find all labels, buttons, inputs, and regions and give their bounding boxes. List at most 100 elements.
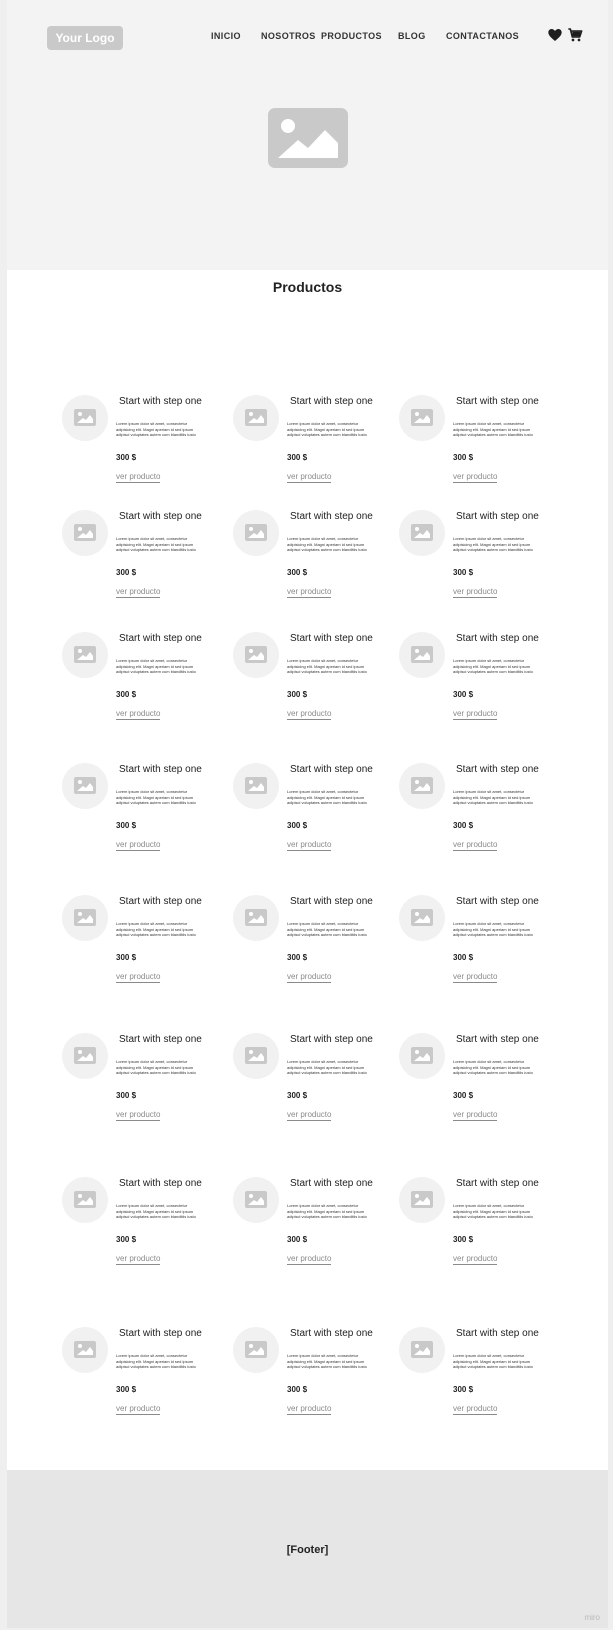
view-product-link[interactable]: ver producto — [116, 972, 161, 983]
product-card: Start with step one Lorem ipsum dolor sit… — [62, 1327, 232, 1437]
product-card: Start with step one Lorem ipsum dolor sit… — [233, 1033, 403, 1143]
product-price: 300 $ — [453, 690, 474, 699]
product-image-icon — [62, 895, 108, 941]
product-card: Start with step one Lorem ipsum dolor sit… — [233, 1327, 403, 1437]
watermark: miro — [584, 1613, 600, 1622]
nav-item-productos[interactable]: PRODUCTOS — [321, 31, 382, 41]
view-product-link[interactable]: ver producto — [287, 840, 332, 851]
product-price: 300 $ — [287, 690, 308, 699]
view-product-link[interactable]: ver producto — [116, 472, 161, 483]
nav-item-contactanos[interactable]: CONTACTANOS — [446, 31, 519, 41]
nav-item-blog[interactable]: BLOG — [398, 31, 426, 41]
product-card: Start with step one Lorem ipsum dolor sit… — [399, 1327, 569, 1437]
product-description: Lorem ipsum dolor sit amet, consectetur … — [287, 1353, 367, 1369]
product-price: 300 $ — [453, 453, 474, 462]
view-product-link[interactable]: ver producto — [116, 840, 161, 851]
product-card: Start with step one Lorem ipsum dolor sit… — [62, 763, 232, 873]
product-description: Lorem ipsum dolor sit amet, consectetur … — [453, 921, 533, 937]
product-image-icon — [62, 1177, 108, 1223]
cart-icon[interactable] — [567, 27, 583, 43]
product-title: Start with step one — [290, 1034, 373, 1045]
nav-item-inicio[interactable]: INICIO — [211, 31, 241, 41]
view-product-link[interactable]: ver producto — [453, 840, 498, 851]
product-price: 300 $ — [116, 568, 137, 577]
product-title: Start with step one — [119, 1178, 202, 1189]
view-product-link[interactable]: ver producto — [287, 587, 332, 598]
product-price: 300 $ — [453, 1235, 474, 1244]
product-price: 300 $ — [453, 953, 474, 962]
product-image-icon — [399, 895, 445, 941]
view-product-link[interactable]: ver producto — [287, 972, 332, 983]
view-product-link[interactable]: ver producto — [116, 709, 161, 720]
product-card: Start with step one Lorem ipsum dolor sit… — [399, 895, 569, 1005]
product-title: Start with step one — [456, 396, 539, 407]
product-title: Start with step one — [456, 1178, 539, 1189]
product-price: 300 $ — [287, 821, 308, 830]
product-card: Start with step one Lorem ipsum dolor sit… — [233, 395, 403, 505]
product-description: Lorem ipsum dolor sit amet, consectetur … — [453, 421, 533, 437]
product-title: Start with step one — [456, 633, 539, 644]
product-title: Start with step one — [290, 1178, 373, 1189]
view-product-link[interactable]: ver producto — [453, 972, 498, 983]
view-product-link[interactable]: ver producto — [287, 1404, 332, 1415]
product-description: Lorem ipsum dolor sit amet, consectetur … — [287, 789, 367, 805]
product-image-icon — [399, 510, 445, 556]
product-price: 300 $ — [287, 453, 308, 462]
product-card: Start with step one Lorem ipsum dolor sit… — [399, 1033, 569, 1143]
heart-icon[interactable] — [547, 27, 563, 43]
view-product-link[interactable]: ver producto — [116, 587, 161, 598]
view-product-link[interactable]: ver producto — [453, 709, 498, 720]
view-product-link[interactable]: ver producto — [453, 472, 498, 483]
logo[interactable]: Your Logo — [47, 26, 123, 50]
product-card: Start with step one Lorem ipsum dolor sit… — [233, 1177, 403, 1287]
product-description: Lorem ipsum dolor sit amet, consectetur … — [116, 1353, 196, 1369]
view-product-link[interactable]: ver producto — [453, 587, 498, 598]
view-product-link[interactable]: ver producto — [116, 1254, 161, 1265]
product-title: Start with step one — [290, 511, 373, 522]
view-product-link[interactable]: ver producto — [453, 1110, 498, 1121]
product-title: Start with step one — [119, 1034, 202, 1045]
products-section: Productos Start with step one Lorem ipsum… — [7, 270, 608, 1470]
product-image-icon — [399, 632, 445, 678]
product-title: Start with step one — [290, 764, 373, 775]
product-card: Start with step one Lorem ipsum dolor sit… — [233, 510, 403, 620]
product-card: Start with step one Lorem ipsum dolor sit… — [62, 510, 232, 620]
product-description: Lorem ipsum dolor sit amet, consectetur … — [116, 1059, 196, 1075]
view-product-link[interactable]: ver producto — [287, 472, 332, 483]
product-price: 300 $ — [116, 1091, 137, 1100]
hero-section: Your Logo INICIO NOSOTROS PRODUCTOS BLOG… — [7, 0, 608, 270]
product-price: 300 $ — [453, 821, 474, 830]
view-product-link[interactable]: ver producto — [453, 1254, 498, 1265]
product-image-icon — [62, 395, 108, 441]
product-image-icon — [233, 1177, 279, 1223]
view-product-link[interactable]: ver producto — [453, 1404, 498, 1415]
product-title: Start with step one — [119, 396, 202, 407]
product-title: Start with step one — [119, 633, 202, 644]
product-price: 300 $ — [287, 1091, 308, 1100]
product-image-icon — [233, 895, 279, 941]
product-image-icon — [233, 763, 279, 809]
product-card: Start with step one Lorem ipsum dolor sit… — [233, 632, 403, 742]
view-product-link[interactable]: ver producto — [287, 709, 332, 720]
product-description: Lorem ipsum dolor sit amet, consectetur … — [453, 658, 533, 674]
product-card: Start with step one Lorem ipsum dolor sit… — [62, 895, 232, 1005]
product-card: Start with step one Lorem ipsum dolor sit… — [399, 1177, 569, 1287]
product-image-icon — [62, 763, 108, 809]
view-product-link[interactable]: ver producto — [287, 1110, 332, 1121]
product-image-icon — [399, 763, 445, 809]
view-product-link[interactable]: ver producto — [116, 1404, 161, 1415]
view-product-link[interactable]: ver producto — [287, 1254, 332, 1265]
section-title: Productos — [272, 279, 343, 295]
product-image-icon — [233, 1327, 279, 1373]
product-description: Lorem ipsum dolor sit amet, consectetur … — [287, 421, 367, 437]
product-image-icon — [62, 632, 108, 678]
product-description: Lorem ipsum dolor sit amet, consectetur … — [116, 421, 196, 437]
product-description: Lorem ipsum dolor sit amet, consectetur … — [287, 921, 367, 937]
view-product-link[interactable]: ver producto — [116, 1110, 161, 1121]
product-description: Lorem ipsum dolor sit amet, consectetur … — [453, 789, 533, 805]
product-card: Start with step one Lorem ipsum dolor sit… — [233, 895, 403, 1005]
product-title: Start with step one — [119, 896, 202, 907]
product-title: Start with step one — [119, 1328, 202, 1339]
product-image-icon — [233, 1033, 279, 1079]
nav-item-nosotros[interactable]: NOSOTROS — [261, 31, 316, 41]
